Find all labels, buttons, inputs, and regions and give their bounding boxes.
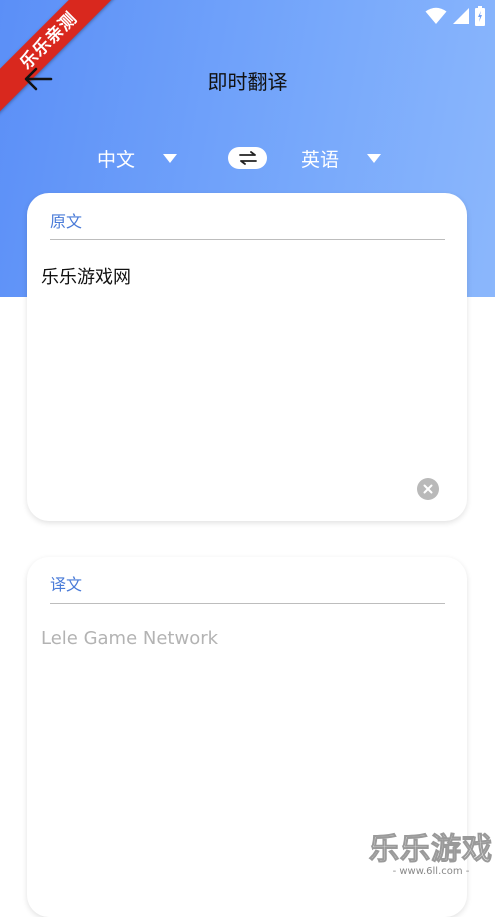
watermark-url: - www.6ll.com -: [392, 866, 470, 877]
page-title: 即时翻译: [207, 70, 288, 94]
target-language-label: 英语: [301, 148, 340, 171]
source-language-selector[interactable]: 中文: [97, 144, 178, 172]
signal-icon: [453, 8, 469, 24]
caret-down-icon: [163, 153, 178, 163]
watermark-logo: 乐乐游戏 - www.6ll.com -: [369, 832, 493, 878]
caret-down-icon: [367, 153, 382, 163]
swap-arrows-icon: [238, 151, 257, 165]
test-badge-label: 乐乐亲测: [0, 0, 127, 119]
source-divider: [50, 239, 445, 240]
source-language-label: 中文: [97, 148, 136, 171]
swap-languages-button[interactable]: [228, 147, 267, 169]
wifi-icon: [425, 7, 447, 24]
source-label: 原文: [50, 212, 83, 231]
source-text-input[interactable]: 乐乐游戏网: [41, 263, 131, 289]
battery-icon: [475, 6, 485, 26]
result-label: 译文: [50, 575, 83, 594]
status-bar: [425, 6, 485, 26]
clear-icon: [423, 484, 433, 494]
target-language-selector[interactable]: 英语: [301, 144, 382, 172]
clear-button[interactable]: [417, 478, 439, 500]
source-card: 原文 乐乐游戏网: [27, 193, 467, 521]
watermark-title: 乐乐游戏: [369, 832, 493, 867]
translation-output: Lele Game Network: [41, 628, 219, 649]
result-divider: [50, 603, 445, 604]
